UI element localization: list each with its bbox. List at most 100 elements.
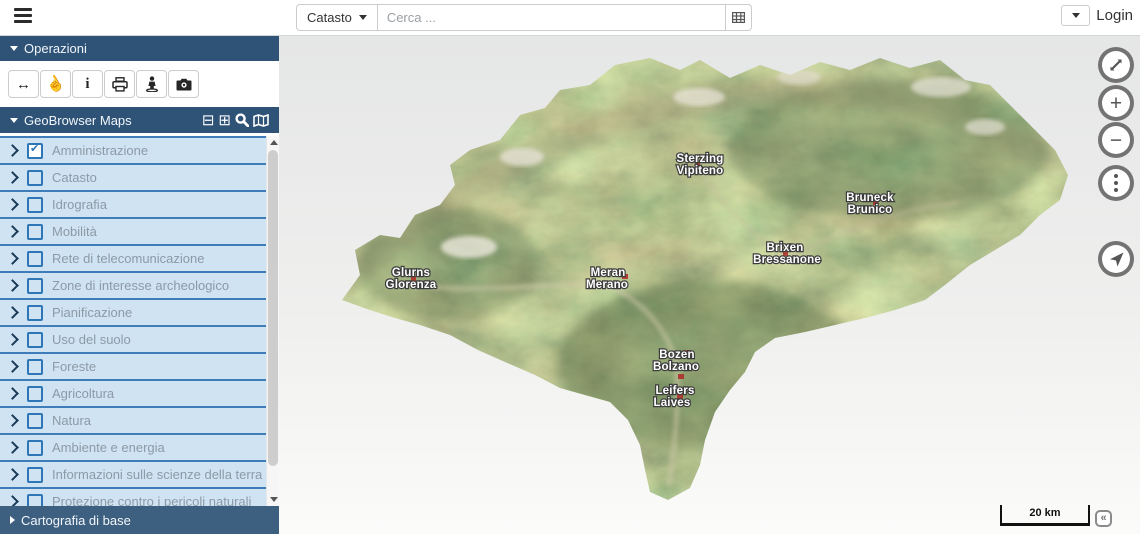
- layer-checkbox[interactable]: [27, 305, 43, 321]
- layer-checkbox[interactable]: [27, 143, 43, 159]
- layer-checkbox[interactable]: [27, 332, 43, 348]
- layer-row-agricoltura[interactable]: Agricoltura: [0, 379, 266, 406]
- caret-down-icon: [1072, 13, 1080, 18]
- layer-checkbox[interactable]: [27, 224, 43, 240]
- collapse-all-icon[interactable]: ⊟: [202, 113, 215, 128]
- layer-row-catasto[interactable]: Catasto: [0, 163, 266, 190]
- chevron-right-icon[interactable]: [6, 198, 19, 211]
- attribution-toggle-button[interactable]: «: [1095, 510, 1112, 527]
- map-canvas[interactable]: Sterzing Vipiteno Bruneck Brunico Brixen…: [279, 35, 1140, 534]
- place-label: Merano: [586, 279, 628, 291]
- more-options-button[interactable]: [1098, 165, 1134, 201]
- layer-label: Amministrazione: [52, 143, 148, 158]
- chevron-right-icon[interactable]: [6, 279, 19, 292]
- layer-row-mobilita[interactable]: Mobilità: [0, 217, 266, 244]
- zoom-in-button[interactable]: +: [1098, 85, 1134, 121]
- layer-row-foreste[interactable]: Foreste: [0, 352, 266, 379]
- chevron-right-icon[interactable]: [6, 306, 19, 319]
- minus-icon: −: [1110, 130, 1122, 151]
- layer-checkbox[interactable]: [27, 278, 43, 294]
- print-icon: [112, 77, 128, 92]
- panel-title: GeoBrowser Maps: [24, 113, 132, 128]
- plus-icon: +: [1110, 93, 1122, 114]
- street-view-button[interactable]: [136, 70, 167, 98]
- place-label: Vipiteno: [677, 165, 724, 177]
- layer-row-pericoli-naturali[interactable]: Protezione contro i pericoli naturali: [0, 487, 266, 506]
- layer-row-pianificazione[interactable]: Pianificazione: [0, 298, 266, 325]
- layer-checkbox[interactable]: [27, 251, 43, 267]
- chevron-right-icon[interactable]: [6, 171, 19, 184]
- scroll-up-icon[interactable]: [270, 140, 278, 145]
- layer-list: Amministrazione Catasto Idrografia Mobil…: [0, 133, 279, 506]
- login-dropdown-button[interactable]: [1061, 5, 1090, 26]
- layer-label: Mobilità: [52, 224, 97, 239]
- layer-row-idrografia[interactable]: Idrografia: [0, 190, 266, 217]
- layer-row-rete-telecomunicazione[interactable]: Rete di telecomunicazione: [0, 244, 266, 271]
- dots-vertical-icon: [1114, 181, 1118, 185]
- place-label: Leifers: [655, 385, 694, 397]
- caret-down-icon: [10, 46, 18, 51]
- panel-title: Cartografia di base: [21, 513, 131, 528]
- layer-checkbox[interactable]: [27, 467, 43, 483]
- place-label: Laives: [653, 397, 690, 409]
- scroll-down-icon[interactable]: [270, 497, 278, 502]
- info-button[interactable]: i: [72, 70, 103, 98]
- layer-row-amministrazione[interactable]: Amministrazione: [0, 136, 266, 163]
- layer-label: Foreste: [52, 359, 96, 374]
- select-hand-icon: ☝: [44, 73, 68, 95]
- place-label: Bruneck: [846, 192, 894, 204]
- satellite-basemap: Sterzing Vipiteno Bruneck Brunico Brixen…: [279, 35, 1140, 534]
- chevron-right-icon[interactable]: [6, 414, 19, 427]
- panel-header-operazioni[interactable]: Operazioni: [0, 35, 279, 61]
- layer-row-scienze-terra[interactable]: Informazioni sulle scienze della terra: [0, 460, 266, 487]
- layer-list-scrollbar[interactable]: [266, 136, 279, 506]
- layer-checkbox[interactable]: [27, 170, 43, 186]
- chevron-right-icon[interactable]: [6, 225, 19, 238]
- pan-horizontal-icon: ↔: [16, 77, 31, 92]
- chevron-right-icon[interactable]: [6, 360, 19, 373]
- legend-map-icon[interactable]: [253, 114, 269, 127]
- scale-label: 20 km: [1029, 507, 1060, 519]
- chevron-right-icon[interactable]: [6, 441, 19, 454]
- layer-checkbox[interactable]: [27, 386, 43, 402]
- layer-checkbox[interactable]: [27, 440, 43, 456]
- print-button[interactable]: [104, 70, 135, 98]
- fullscreen-button[interactable]: [1098, 47, 1134, 83]
- layer-row-natura[interactable]: Natura: [0, 406, 266, 433]
- layer-row-ambiente-energia[interactable]: Ambiente e energia: [0, 433, 266, 460]
- scrollbar-thumb[interactable]: [268, 150, 278, 466]
- chevron-right-icon[interactable]: [6, 333, 19, 346]
- hamburger-menu-icon[interactable]: [14, 8, 32, 24]
- expand-all-icon[interactable]: ⊞: [218, 113, 231, 128]
- screenshot-button[interactable]: [168, 70, 199, 98]
- top-bar: Catasto Login: [0, 0, 1140, 36]
- chevron-right-icon[interactable]: [6, 144, 19, 157]
- search-category-dropdown[interactable]: Catasto: [296, 4, 378, 31]
- place-label: Glurns: [392, 267, 430, 279]
- chevron-right-icon[interactable]: [6, 468, 19, 481]
- chevron-right-icon[interactable]: [6, 252, 19, 265]
- place-label: Bozen: [659, 349, 695, 361]
- select-hand-button[interactable]: ☝: [40, 70, 71, 98]
- zoom-out-button[interactable]: −: [1098, 122, 1134, 158]
- panel-header-geobrowser[interactable]: GeoBrowser Maps ⊟ ⊞: [0, 107, 279, 133]
- layer-checkbox[interactable]: [27, 413, 43, 429]
- panel-header-cartografia-di-base[interactable]: Cartografia di base: [0, 506, 279, 534]
- search-layers-icon[interactable]: [235, 113, 249, 127]
- layer-checkbox[interactable]: [27, 197, 43, 213]
- caret-down-icon: [10, 118, 18, 123]
- search-category-label: Catasto: [307, 10, 352, 25]
- place-label: Meran: [591, 267, 626, 279]
- search-input[interactable]: [378, 4, 726, 31]
- layer-row-uso-del-suolo[interactable]: Uso del suolo: [0, 325, 266, 352]
- geolocate-button[interactable]: [1098, 241, 1134, 277]
- chevron-right-icon[interactable]: [6, 495, 19, 506]
- pan-horizontal-button[interactable]: ↔: [8, 70, 39, 98]
- login-link[interactable]: Login: [1096, 7, 1133, 24]
- search-results-table-button[interactable]: [726, 4, 752, 31]
- layer-checkbox[interactable]: [27, 494, 43, 507]
- chevron-right-icon[interactable]: [6, 387, 19, 400]
- layer-checkbox[interactable]: [27, 359, 43, 375]
- layer-row-zone-archeologico[interactable]: Zone di interesse archeologico: [0, 271, 266, 298]
- layer-label: Natura: [52, 413, 91, 428]
